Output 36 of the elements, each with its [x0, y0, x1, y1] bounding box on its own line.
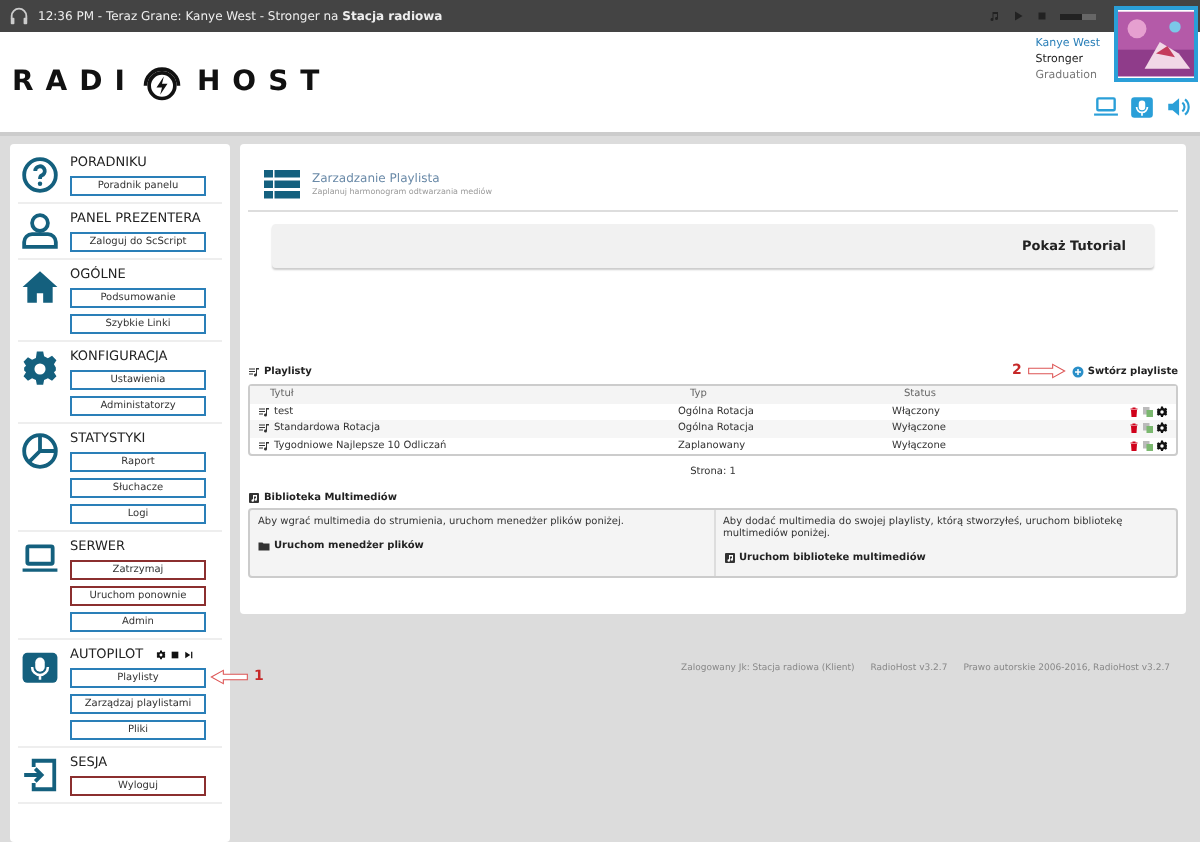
- play-icon[interactable]: [1012, 10, 1024, 22]
- playlist-icon: [258, 422, 270, 435]
- user-icon: [18, 212, 62, 250]
- logo-text: RADI: [12, 66, 137, 98]
- speaker-icon[interactable]: [1164, 94, 1192, 120]
- laptop-icon: [18, 540, 62, 578]
- gear-icon: [18, 350, 62, 388]
- home-icon: [18, 268, 62, 306]
- gear-icon[interactable]: [1156, 439, 1168, 452]
- plus-circle-icon: [1071, 365, 1084, 377]
- skip-icon[interactable]: [183, 649, 194, 659]
- logo-text: HOST: [196, 66, 332, 98]
- list-icon: [264, 169, 300, 199]
- playlist-icon: [248, 365, 260, 377]
- sign-in-icon: [18, 756, 62, 794]
- volume-slider[interactable]: [1060, 13, 1096, 19]
- gear-icon[interactable]: [1156, 405, 1168, 418]
- trash-icon[interactable]: [1128, 422, 1140, 435]
- playlist-icon: [258, 405, 270, 418]
- trash-icon[interactable]: [1128, 439, 1140, 452]
- headphones-icon: [8, 4, 30, 28]
- stop-icon[interactable]: [169, 649, 180, 659]
- folder-icon: [258, 540, 270, 552]
- music-book-icon: [723, 552, 735, 564]
- trash-icon[interactable]: [1128, 405, 1140, 418]
- gear-icon[interactable]: [1156, 422, 1168, 435]
- playlist-icon: [258, 439, 270, 452]
- annotation-arrow: [1025, 362, 1066, 380]
- microphone-icon[interactable]: [1128, 94, 1156, 120]
- music-note-icon[interactable]: [988, 10, 1000, 22]
- laptop-icon[interactable]: [1092, 94, 1120, 120]
- gear-icon[interactable]: [155, 649, 166, 659]
- music-book-icon: [248, 492, 260, 504]
- pie-chart-icon: [18, 432, 62, 470]
- question-icon: [18, 156, 62, 194]
- microphone-icon: [18, 648, 62, 686]
